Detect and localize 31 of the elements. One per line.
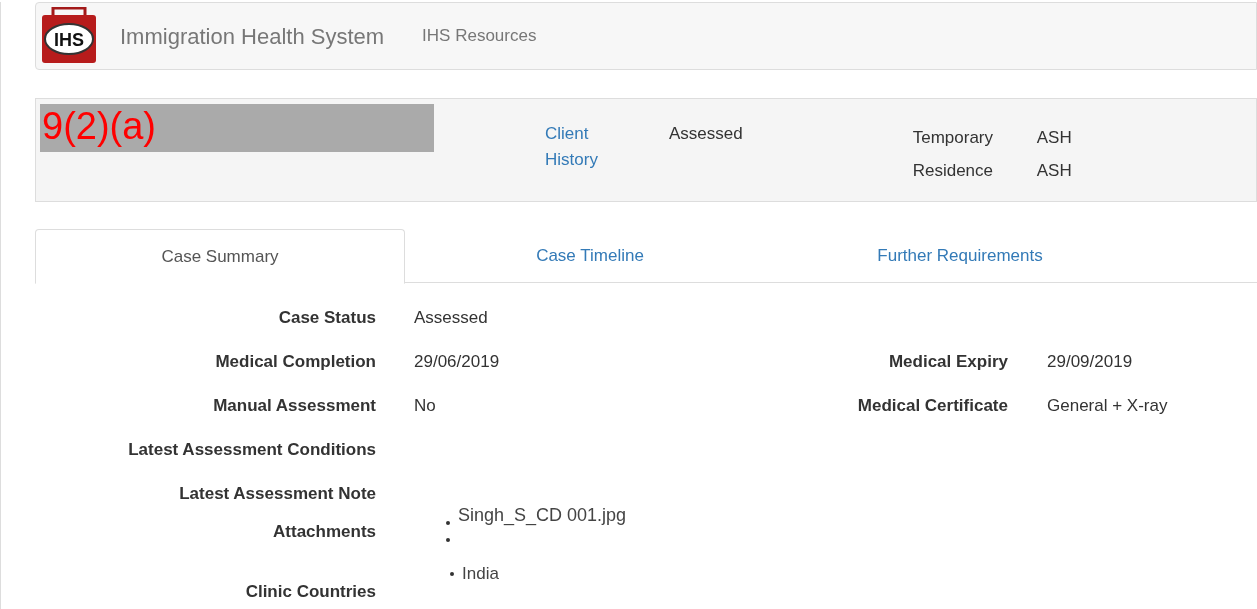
- redaction-block: 9(2)(a): [40, 104, 434, 152]
- client-status: Assessed: [669, 123, 743, 145]
- bullet-icon: [446, 521, 450, 525]
- bullet-icon: [446, 538, 450, 542]
- tab[interactable]: Case Timeline: [405, 229, 775, 283]
- field-label: Attachments: [272, 521, 376, 543]
- visa-type: Temporary Residence: [912, 127, 995, 182]
- nav-link[interactable]: IHS Resources: [422, 23, 537, 49]
- attachment-link[interactable]: Singh_S_CD 001.jpg: [458, 505, 627, 525]
- field-label: Latest Assessment Conditions: [127, 439, 376, 461]
- field-label: Medical Completion: [214, 351, 376, 373]
- visa-code: ASH: [1036, 127, 1072, 149]
- field-value: 29/09/2019: [1047, 351, 1133, 373]
- field-value: General + X-ray: [1047, 395, 1168, 417]
- field-label: Case Status: [277, 307, 376, 329]
- client-history-link[interactable]: Client History: [545, 121, 615, 173]
- field-value: 29/06/2019: [414, 351, 501, 373]
- bullet-icon: [450, 571, 454, 576]
- visa-code: ASH: [1036, 160, 1072, 182]
- field-value: No: [414, 395, 437, 417]
- tab[interactable]: Case Summary: [35, 229, 405, 284]
- field-value: Assessed: [414, 307, 489, 329]
- app-title: Immigration Health System: [120, 22, 385, 51]
- field-label: Medical Expiry: [887, 351, 1008, 373]
- field-label: Medical Certificate: [856, 395, 1008, 417]
- field-label: Clinic Countries: [244, 581, 376, 603]
- field-label: Latest Assessment Note: [178, 483, 376, 505]
- tab[interactable]: Further Requirements: [775, 229, 1145, 283]
- medical-bag-logo: IHS: [40, 7, 98, 65]
- country-name: India: [462, 563, 499, 585]
- field-label: Manual Assessment: [212, 395, 376, 417]
